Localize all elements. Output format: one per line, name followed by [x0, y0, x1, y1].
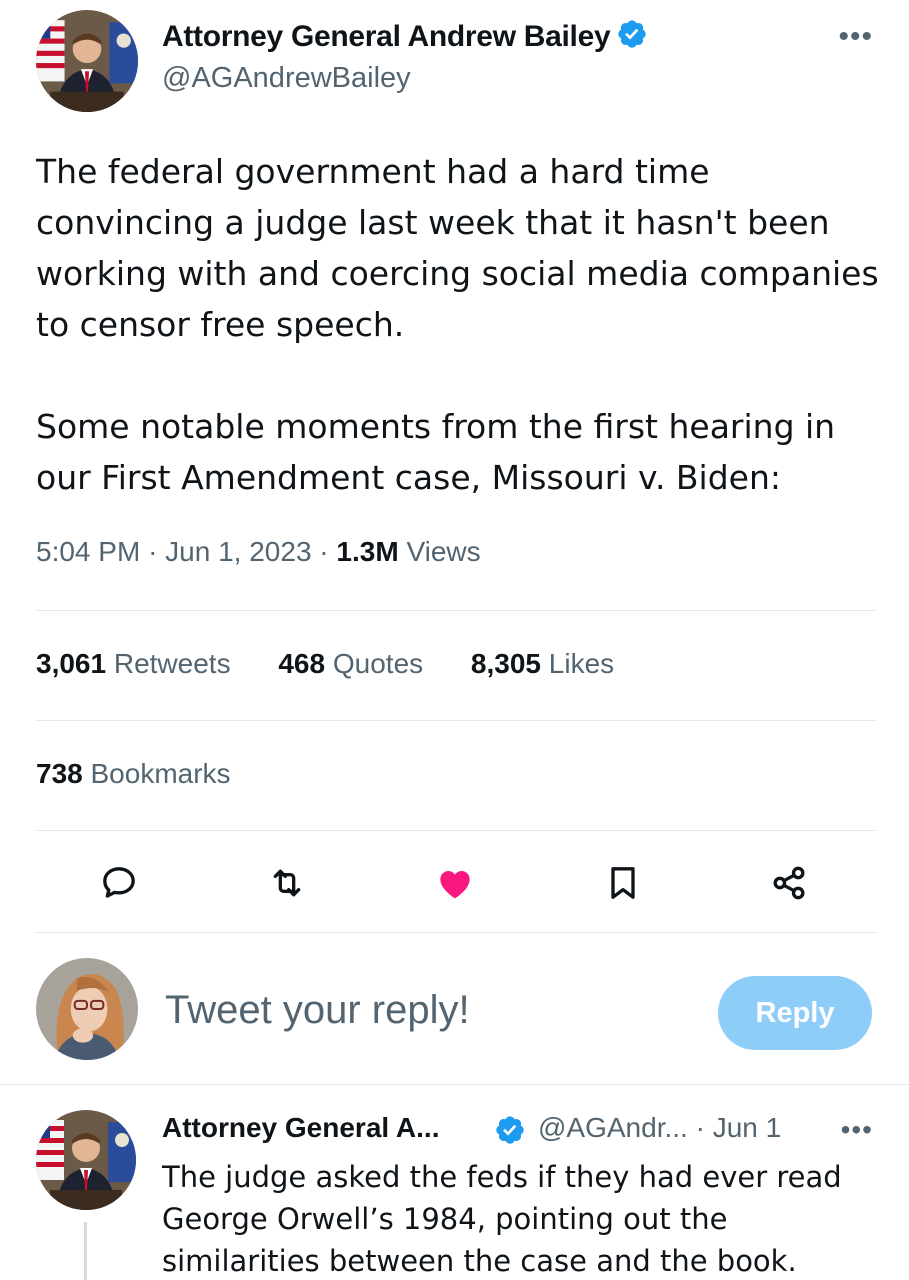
share-icon: [773, 866, 805, 900]
divider: [36, 932, 877, 933]
reply-action[interactable]: [96, 860, 142, 906]
tweet-paragraph: The federal government had a hard time c…: [36, 152, 879, 344]
more-options-icon[interactable]: •••: [838, 20, 873, 54]
reply-author-avatar[interactable]: [36, 1110, 136, 1210]
bookmark-action[interactable]: [600, 860, 646, 906]
divider: [36, 720, 877, 721]
divider: [36, 830, 877, 831]
quotes-count: 468: [278, 648, 326, 679]
tweet-meta: 5:04 PM · Jun 1, 2023 · 1.3M Views: [36, 536, 481, 568]
author-handle[interactable]: @AGAndrewBailey: [162, 62, 411, 95]
bookmarks-count: 738: [36, 758, 83, 789]
bookmarks-label: Bookmarks: [90, 758, 231, 789]
retweets-stat[interactable]: 3,061 Retweets: [36, 648, 231, 680]
bookmarks-stat[interactable]: 738 Bookmarks: [36, 758, 231, 790]
divider: [36, 610, 877, 611]
tweet-paragraph: Some notable moments from the first hear…: [36, 407, 836, 497]
tweet-text: The federal government had a hard time c…: [36, 146, 886, 503]
comment-icon: [103, 867, 135, 898]
share-action[interactable]: [766, 860, 812, 906]
thread-line: [84, 1222, 87, 1280]
verified-badge-icon: [618, 20, 647, 48]
tweet-stats: 3,061 Retweets 468 Quotes 8,305 Likes: [36, 648, 654, 680]
reply-date[interactable]: Jun 1: [713, 1112, 782, 1143]
reply-author-handle[interactable]: @AGAndr...: [538, 1112, 688, 1143]
retweet-action[interactable]: [264, 860, 310, 906]
reply-author-meta: @AGAndr... · Jun 1: [538, 1112, 781, 1144]
tweet-date[interactable]: Jun 1, 2023: [165, 536, 311, 567]
meta-separator: ·: [695, 1112, 705, 1143]
user-avatar[interactable]: [36, 958, 138, 1060]
more-options-icon[interactable]: •••: [841, 1114, 873, 1146]
verified-badge-icon: [496, 1116, 524, 1144]
retweets-label: Retweets: [113, 648, 231, 679]
bookmark-icon: [611, 867, 635, 899]
views-label: Views: [406, 536, 481, 567]
author-name-text: Attorney General Andrew Bailey: [162, 20, 611, 53]
tweet-time[interactable]: 5:04 PM: [36, 536, 140, 567]
author-avatar[interactable]: [36, 10, 138, 112]
meta-separator: ·: [148, 536, 158, 567]
retweet-icon: [273, 869, 301, 897]
divider: [0, 1084, 909, 1085]
meta-separator: ·: [319, 536, 329, 567]
likes-label: Likes: [548, 648, 615, 679]
views-count: 1.3M: [336, 536, 399, 567]
heart-icon: [440, 871, 470, 899]
reply-button[interactable]: Reply: [718, 976, 872, 1050]
quotes-stat[interactable]: 468 Quotes: [278, 648, 423, 680]
retweets-count: 3,061: [36, 648, 107, 679]
reply-author-name[interactable]: Attorney General A...: [162, 1112, 439, 1144]
likes-stat[interactable]: 8,305 Likes: [471, 648, 614, 680]
likes-count: 8,305: [470, 648, 541, 679]
reply-text: The judge asked the feds if they had eve…: [162, 1160, 842, 1278]
like-action[interactable]: [432, 860, 478, 906]
reply-input[interactable]: Tweet your reply!: [165, 988, 470, 1033]
quotes-label: Quotes: [332, 648, 424, 679]
author-name[interactable]: Attorney General Andrew Bailey: [162, 18, 648, 54]
